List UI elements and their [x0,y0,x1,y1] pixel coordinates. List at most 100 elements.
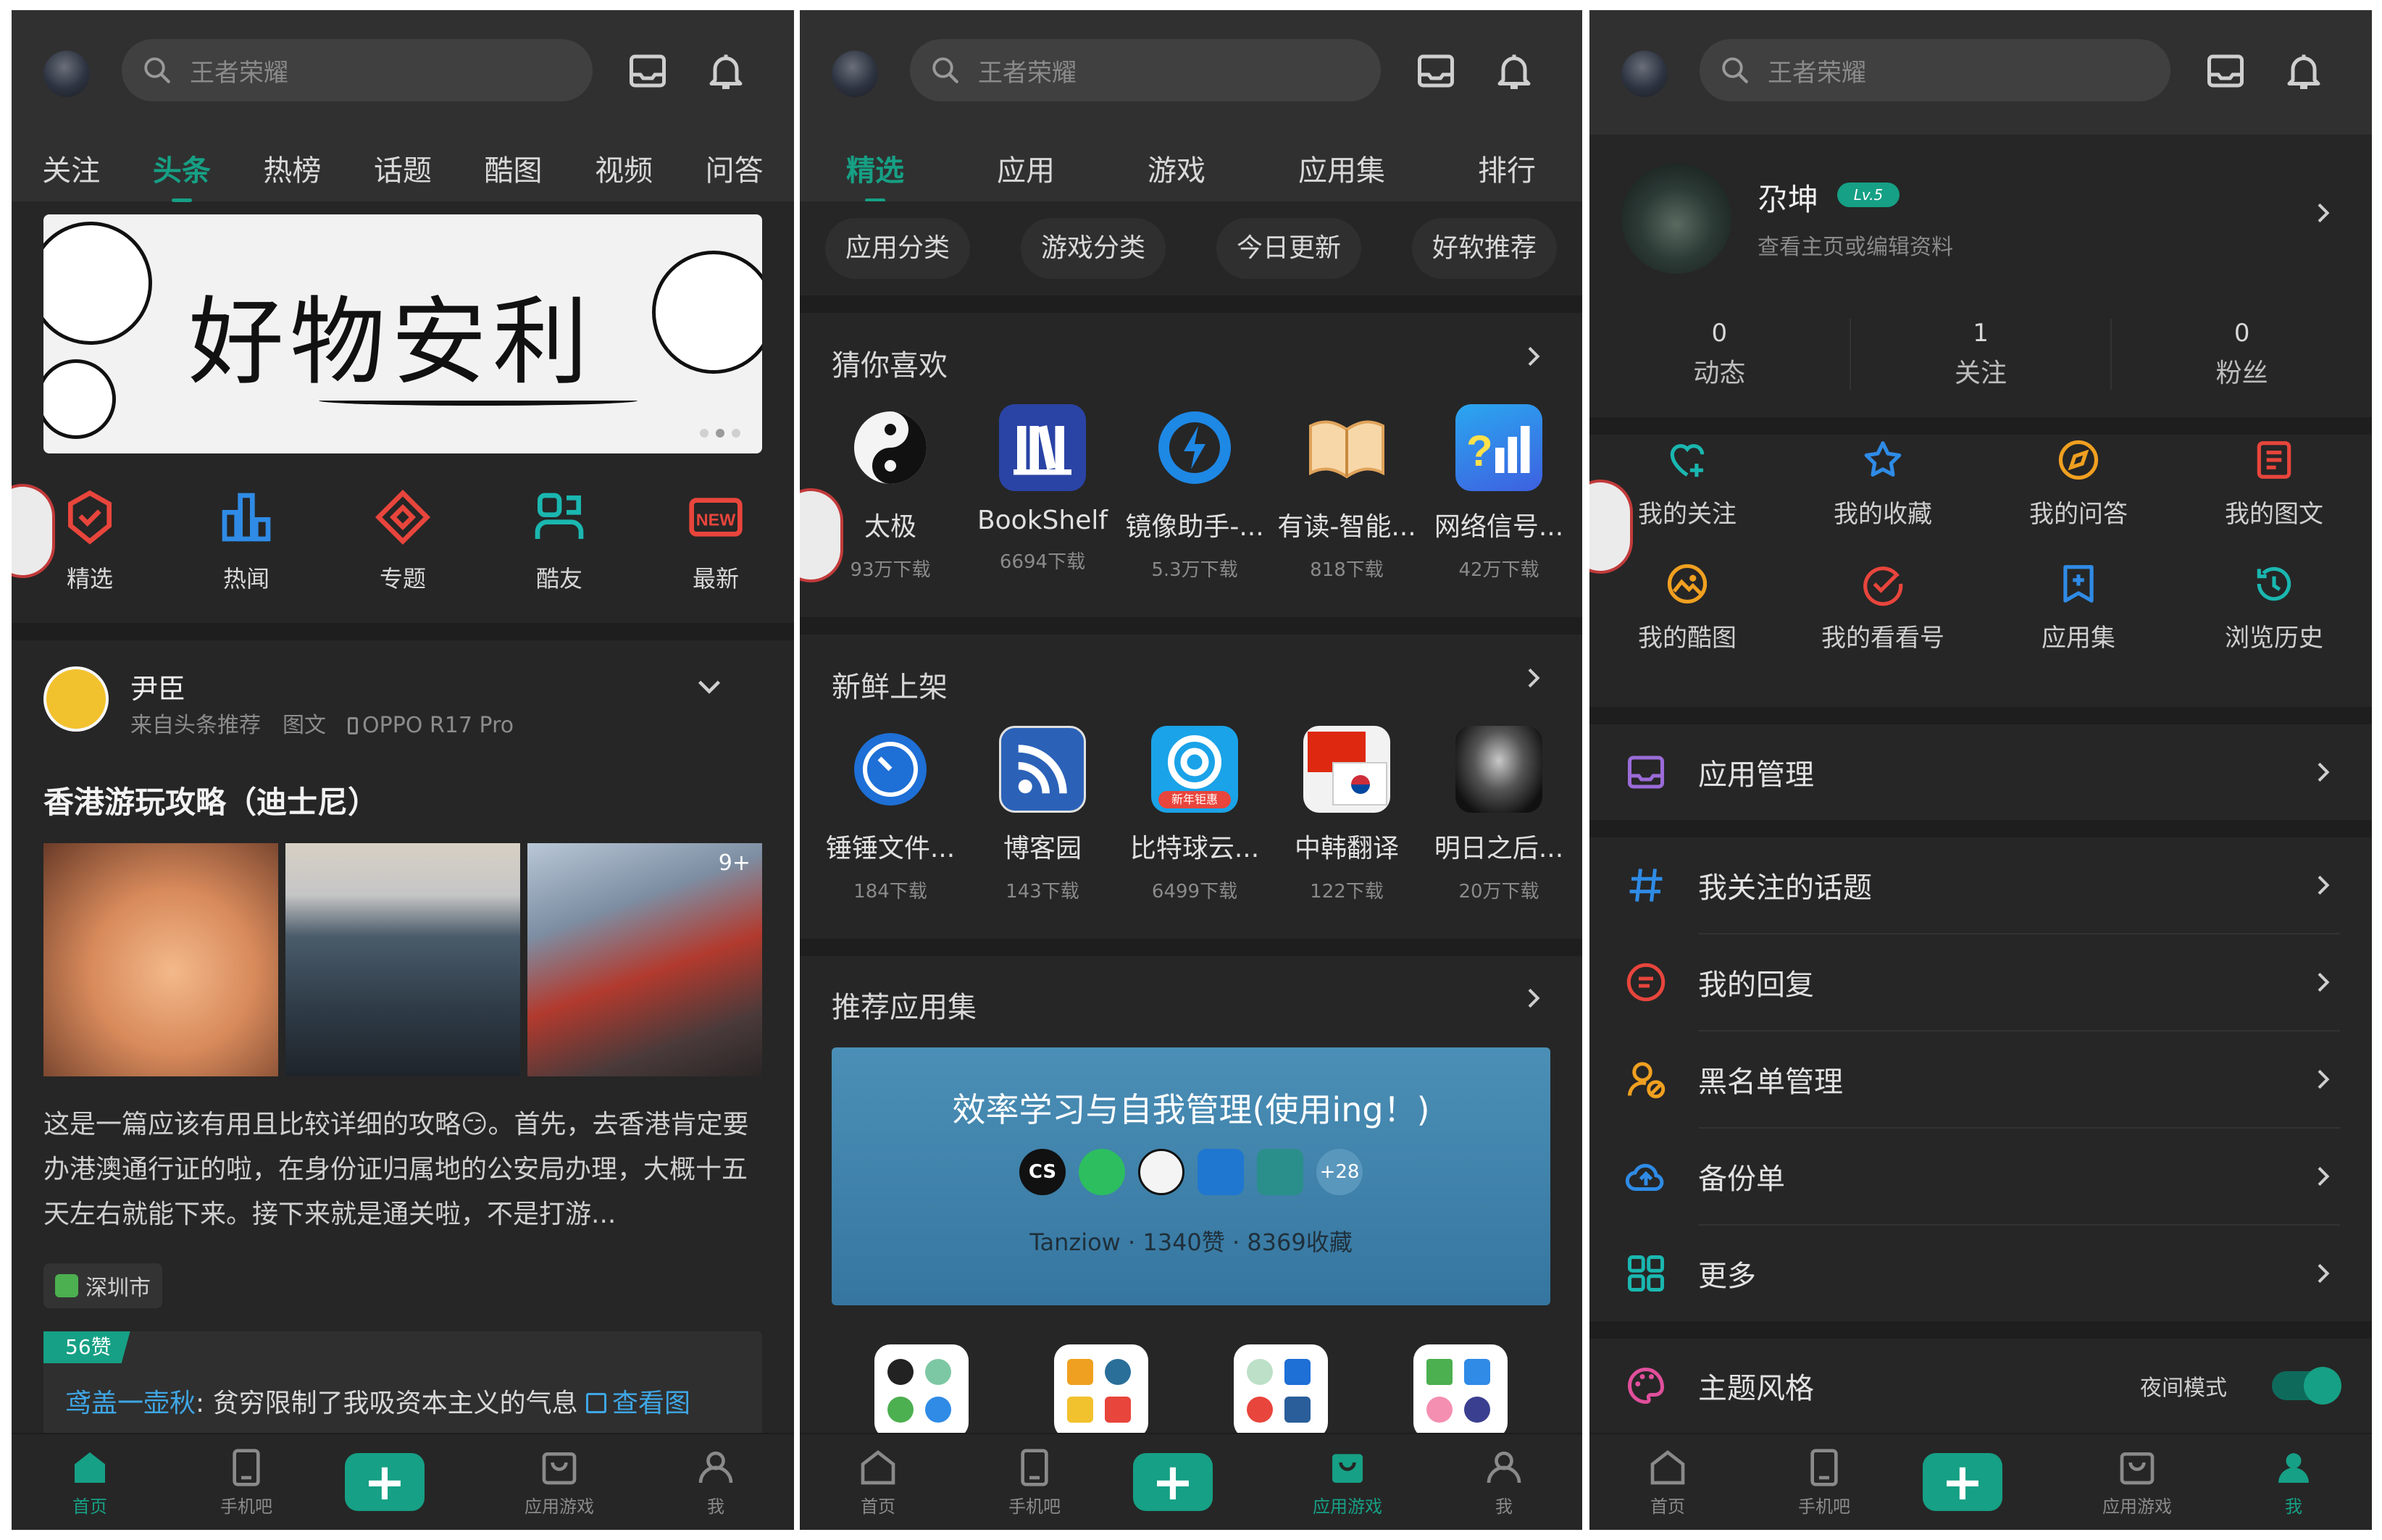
nav-me[interactable]: 我 [658,1447,774,1518]
menu-blacklist[interactable]: 黑名单管理 [1589,1031,2372,1127]
chip-recommended[interactable]: 好软推荐 [1411,218,1557,279]
chevron-right-icon[interactable] [1518,984,1547,1013]
bell-icon[interactable] [704,49,748,93]
quick-latest[interactable]: NEW 最新 [651,488,781,616]
inbox-icon[interactable] [2204,49,2247,93]
grid-my-follows[interactable]: 我的关注 [1589,438,1785,530]
chip-app-categories[interactable]: 应用分类 [824,218,970,279]
chevron-down-icon[interactable] [693,669,726,703]
tab-follow[interactable]: 关注 [42,147,100,189]
collection-card[interactable]: 效率学习与自我管理(使用ing！) CS +28 Tanziow · 1340赞… [832,1047,1550,1305]
chevron-right-icon[interactable] [2308,198,2337,227]
create-button[interactable]: + [345,1453,425,1511]
stat-posts[interactable]: 0 动态 [1589,319,1851,390]
nav-home[interactable]: 首页 [32,1447,148,1518]
collection-tile[interactable] [1234,1344,1328,1439]
post-photo[interactable]: 9+ [527,843,762,1076]
tab-cool-pics[interactable]: 酷图 [485,147,543,189]
nav-create[interactable]: + [1923,1453,2039,1511]
tab-collections[interactable]: 应用集 [1298,147,1385,189]
location-tag[interactable]: 深圳市 [43,1263,162,1308]
stat-followers[interactable]: 0 粉丝 [2112,319,2372,390]
nav-home[interactable]: 首页 [1610,1447,1726,1518]
author-avatar[interactable] [43,666,109,732]
stat-following[interactable]: 1 关注 [1851,319,2113,390]
section-title[interactable]: 新鲜上架 [832,664,948,706]
post-photos[interactable]: 9+ [43,843,762,1076]
tab-qa[interactable]: 问答 [706,147,764,189]
quick-special[interactable]: 专题 [338,488,468,616]
app-item[interactable]: 镜像助手-... 5.3万下载 [1119,404,1271,582]
section-title[interactable]: 猜你喜欢 [832,342,948,384]
app-item[interactable]: ? 网络信号... 42万下载 [1423,404,1575,582]
inbox-icon[interactable] [1414,49,1458,93]
profile-subtitle[interactable]: 查看主页或编辑资料 [1758,229,1953,261]
nav-apps-games[interactable]: 应用游戏 [1290,1447,1405,1518]
nav-me[interactable]: 我 [1446,1447,1562,1518]
create-button[interactable]: + [1923,1453,2002,1511]
menu-my-replies[interactable]: 我的回复 [1589,934,2372,1030]
nav-phone-forum[interactable]: 手机吧 [1766,1447,1882,1518]
chevron-right-icon[interactable] [1518,342,1547,371]
app-item[interactable]: 有读-智能... 818下载 [1271,404,1423,582]
post-title[interactable]: 香港游玩攻略（迪士尼） [43,778,378,822]
grid-my-cool-pics[interactable]: 我的酷图 [1589,561,1785,653]
post-excerpt[interactable]: 这是一篇应该有用且比较详细的攻略😏。首先，去香港肯定要办港澳通行证的啦，在身份证… [43,1102,768,1237]
menu-app-management[interactable]: 应用管理 [1589,724,2372,820]
nav-create[interactable]: + [1133,1453,1249,1511]
app-item[interactable]: BookShelf 6694下载 [966,404,1119,582]
app-item[interactable]: 博客园 143下载 [966,726,1119,903]
nav-apps-games[interactable]: 应用游戏 [501,1447,617,1518]
grid-app-collections[interactable]: 应用集 [1981,561,2176,653]
create-button[interactable]: + [1133,1453,1213,1511]
tab-trending[interactable]: 热榜 [263,147,321,189]
tab-games[interactable]: 游戏 [1148,147,1205,189]
tab-headlines[interactable]: 头条 [153,147,211,202]
post-photo[interactable] [285,843,520,1076]
app-item[interactable]: 明日之后... 20万下载 [1423,726,1575,903]
chevron-right-icon[interactable] [1518,664,1547,692]
nav-phone-forum[interactable]: 手机吧 [977,1447,1092,1518]
nav-apps-games[interactable]: 应用游戏 [2079,1447,2195,1518]
tab-video[interactable]: 视频 [595,147,653,189]
menu-backup[interactable]: 备份单 [1589,1129,2372,1224]
tab-featured[interactable]: 精选 [846,147,904,202]
grid-my-qa[interactable]: 我的问答 [1981,438,2176,530]
promo-banner[interactable]: 好物安利 [43,214,762,453]
tab-rankings[interactable]: 排行 [1478,147,1536,189]
author-name[interactable]: 尹臣 [130,666,185,706]
grid-my-kankan[interactable]: 我的看看号 [1785,561,1981,653]
bell-icon[interactable] [1492,49,1536,93]
night-mode-toggle[interactable] [2272,1367,2341,1405]
nav-home[interactable]: 首页 [820,1447,936,1518]
bell-icon[interactable] [2282,49,2325,93]
app-item[interactable]: 中韩翻译 122下载 [1271,726,1423,903]
app-item[interactable]: 新年钜惠 比特球云... 6499下载 [1119,726,1271,903]
nav-me[interactable]: 我 [2236,1447,2352,1518]
collection-tile[interactable] [1413,1344,1508,1439]
profile-name[interactable]: 尕坤 [1758,175,1818,219]
chip-today-updates[interactable]: 今日更新 [1216,218,1361,279]
view-image-link[interactable]: 查看图 [612,1389,690,1418]
quick-friends[interactable]: 酷友 [494,488,624,616]
user-avatar[interactable] [1621,51,1668,97]
menu-more[interactable]: 更多 [1589,1226,2372,1321]
menu-theme[interactable]: 主题风格 夜间模式 [1589,1339,2372,1433]
post-photo[interactable] [43,843,278,1076]
grid-history[interactable]: 浏览历史 [2176,561,2372,653]
tab-topics[interactable]: 话题 [374,147,432,189]
quick-featured[interactable]: 精选 [25,488,155,616]
hot-comment[interactable]: 56赞 鸢盖一壶秋: 贫穷限制了我吸资本主义的气息 查看图 [43,1331,762,1439]
nav-phone-forum[interactable]: 手机吧 [188,1447,304,1518]
search-bar[interactable]: 王者荣耀 [122,39,593,101]
tab-apps[interactable]: 应用 [997,147,1055,189]
search-bar[interactable]: 王者荣耀 [1700,39,2170,101]
quick-hot-news[interactable]: 热闻 [181,488,312,616]
user-avatar[interactable] [43,51,90,97]
menu-followed-topics[interactable]: 我关注的话题 [1589,837,2372,933]
app-item[interactable]: 太极 93万下载 [814,404,966,582]
comment-user[interactable]: 鸢盖一壶秋 [65,1389,196,1418]
app-item[interactable]: 锤锤文件... 184下载 [814,726,966,903]
collection-tile[interactable] [1054,1344,1148,1439]
user-avatar[interactable] [832,51,878,97]
